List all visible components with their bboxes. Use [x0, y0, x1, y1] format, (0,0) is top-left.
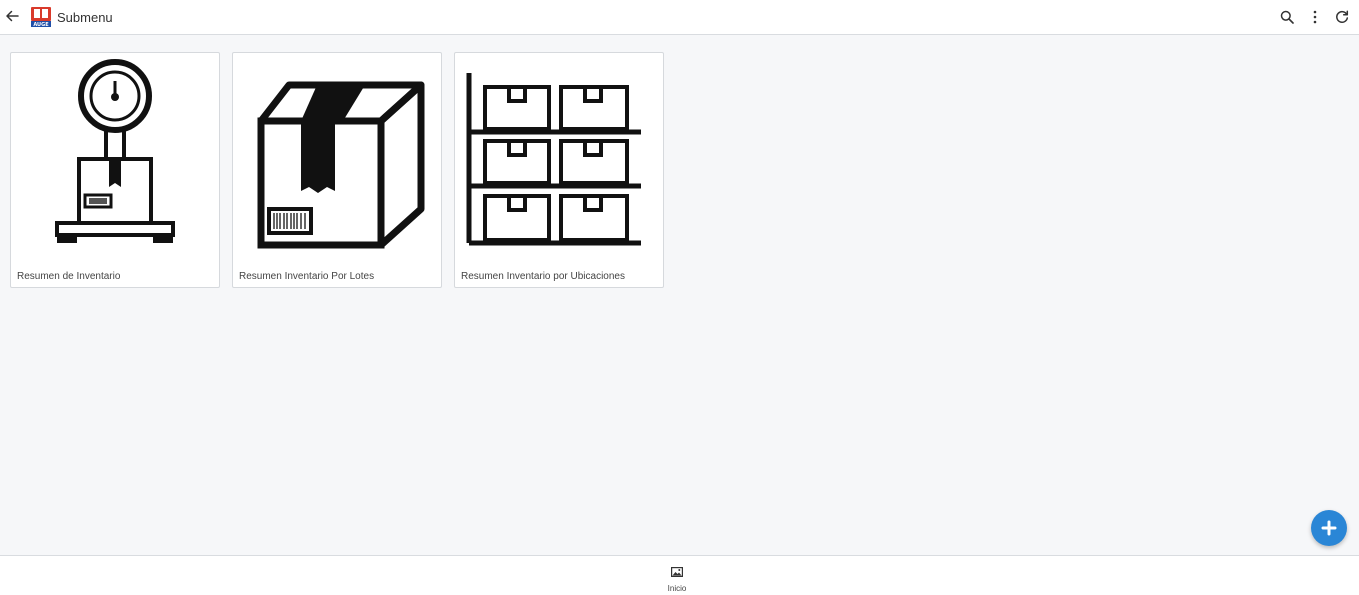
card-label: Resumen Inventario por Ubicaciones [461, 271, 625, 282]
nav-item-label: Inicio [667, 584, 687, 593]
back-button[interactable] [2, 6, 22, 26]
card-label: Resumen Inventario Por Lotes [239, 271, 375, 282]
arrow-left-icon [6, 10, 19, 22]
scale-icon [55, 59, 175, 243]
top-app-bar: AUGE Submenu [0, 0, 1359, 35]
box-icon [257, 81, 425, 249]
card-resumen-inventario-por-lotes[interactable]: Resumen Inventario Por Lotes [232, 52, 442, 288]
more-vert-icon [1313, 10, 1317, 24]
card-resumen-inventario-por-ubicaciones[interactable]: Resumen Inventario por Ubicaciones [454, 52, 664, 288]
search-icon [1280, 10, 1294, 24]
card-image [11, 53, 219, 253]
card-resumen-de-inventario[interactable]: Resumen de Inventario [10, 52, 220, 288]
refresh-button[interactable] [1332, 7, 1352, 27]
nav-item-inicio[interactable]: Inicio [657, 564, 697, 593]
plus-icon [1321, 520, 1337, 536]
card-label: Resumen de Inventario [17, 271, 121, 282]
card-image [233, 53, 441, 253]
bottom-navigation: Inicio [0, 555, 1359, 595]
main-content: Resumen de Inventario Resumen Inventario… [0, 36, 1359, 555]
app-logo: AUGE [31, 7, 51, 28]
add-button[interactable] [1311, 510, 1347, 546]
search-button[interactable] [1277, 7, 1297, 27]
shelves-icon [466, 73, 641, 246]
image-icon [671, 567, 684, 578]
page-title: Submenu [57, 10, 113, 25]
refresh-icon [1336, 10, 1349, 23]
svg-text:AUGE: AUGE [33, 22, 49, 27]
more-options-button[interactable] [1305, 7, 1325, 27]
card-image [455, 53, 663, 253]
